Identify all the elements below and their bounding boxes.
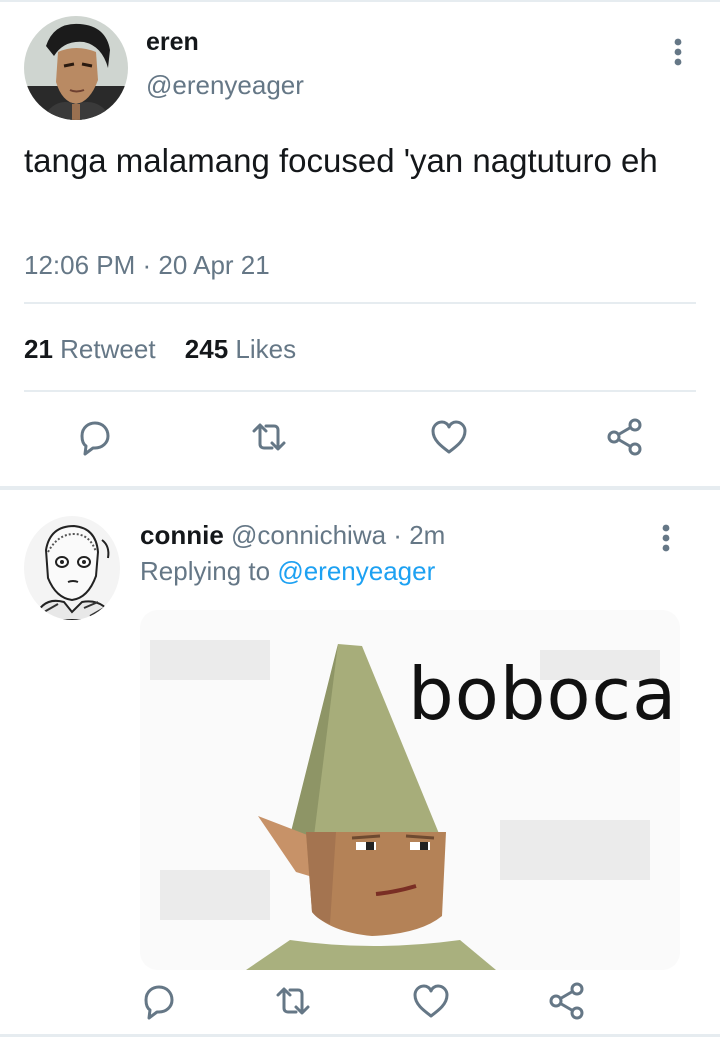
reply-icon[interactable]	[134, 978, 180, 1024]
replying-to-link[interactable]: @erenyeager	[277, 556, 435, 586]
retweet-count: 21	[24, 334, 53, 364]
share-icon[interactable]	[544, 978, 590, 1024]
reply-author-name[interactable]: connie	[140, 520, 224, 550]
engagement-stats: 21 Retweet 245 Likes	[24, 334, 318, 365]
likes-label: Likes	[235, 334, 297, 364]
author-handle[interactable]: @erenyeager	[146, 70, 304, 101]
tweet-text: tanga malamang focused 'yan nagtuturo eh	[24, 142, 658, 179]
divider	[24, 390, 696, 392]
like-count: 245	[184, 334, 229, 364]
author-name[interactable]: eren	[146, 28, 199, 57]
avatar[interactable]	[24, 16, 128, 120]
reply-author-handle[interactable]: @connichiwa	[231, 520, 386, 550]
media-caption: boboca	[408, 652, 678, 736]
tweet-timestamp[interactable]: 12:06 PM · 20 Apr 21	[24, 250, 270, 281]
retweet-icon[interactable]	[270, 978, 316, 1024]
more-options-icon[interactable]	[660, 34, 696, 70]
replying-to: Replying to @erenyeager	[140, 556, 435, 587]
main-tweet: eren @erenyeager tanga malamang focused …	[0, 0, 720, 488]
tweet-media-image[interactable]: boboca	[140, 610, 680, 970]
share-icon[interactable]	[602, 414, 648, 460]
like-icon[interactable]	[408, 978, 454, 1024]
divider	[24, 302, 696, 304]
reply-icon[interactable]	[70, 414, 116, 460]
retweet-icon[interactable]	[246, 414, 292, 460]
retweet-label: Retweet	[60, 334, 156, 364]
likes-stat[interactable]: 245 Likes	[185, 334, 296, 365]
avatar[interactable]	[24, 516, 120, 620]
more-options-icon[interactable]	[648, 520, 684, 556]
reply-time[interactable]: 2m	[409, 520, 445, 550]
dot-separator: ·	[393, 520, 402, 550]
like-icon[interactable]	[426, 414, 472, 460]
section-divider	[0, 486, 720, 490]
replying-to-label: Replying to	[140, 556, 271, 586]
reply-header: connie @connichiwa · 2m	[140, 520, 445, 551]
retweet-stat[interactable]: 21 Retweet	[24, 334, 156, 365]
